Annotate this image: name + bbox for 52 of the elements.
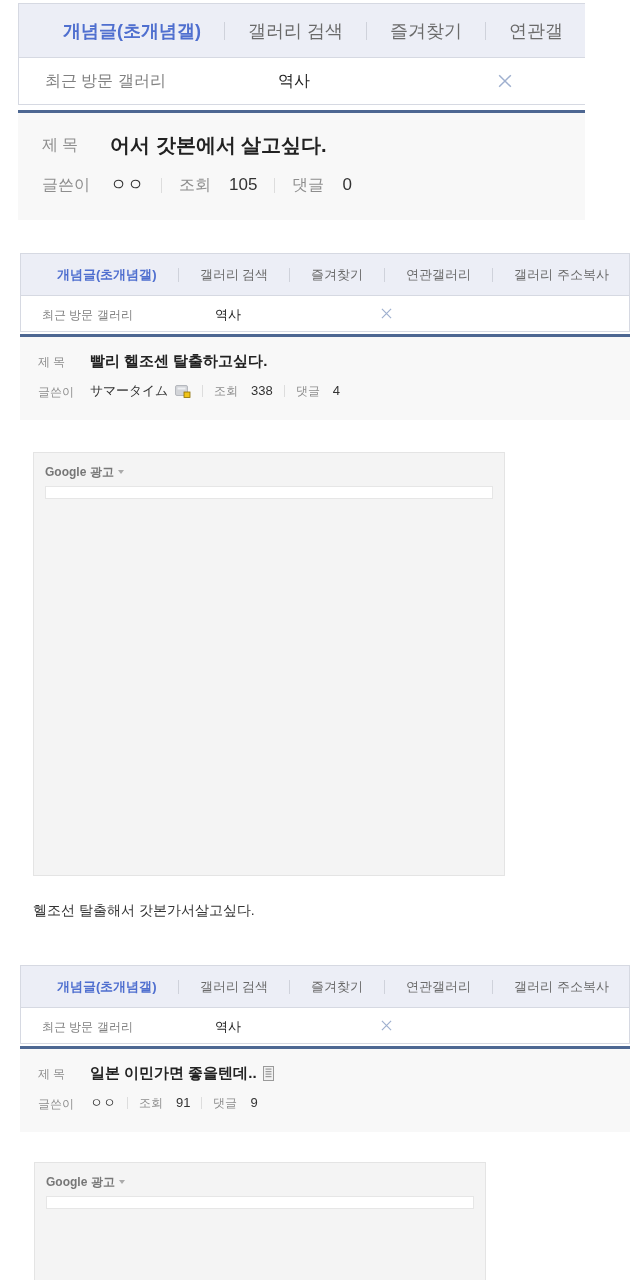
views-label: 조회 [179,175,211,195]
recent-gallery-label: 최근 방문 갤러리 [45,72,166,89]
author-label: 글쓴이 [38,1097,74,1111]
recent-gallery-label: 최근 방문 갤러리 [42,1019,133,1034]
author-name: ㅇㅇ [110,174,144,197]
nav-tab[interactable]: 개념글(초개념갤) [63,18,201,43]
gallery-link[interactable]: 역사 [215,1018,241,1034]
title-label: 제 목 [38,1067,66,1081]
views-label: 조회 [139,1095,163,1112]
nav-tab[interactable]: 연관갤러리 [406,977,472,996]
comments-count: 4 [332,382,340,401]
nav-tab[interactable]: 갤러리 주소복사 [514,265,609,284]
comments-label: 댓글 [295,383,320,400]
nav-tab[interactable]: 즐겨찾기 [390,18,462,43]
title-label: 제 목 [42,136,79,153]
close-icon[interactable] [498,74,512,88]
author-label: 글쓴이 [38,385,74,399]
author-label: 글쓴이 [42,176,90,193]
close-icon[interactable] [381,308,392,319]
recent-gallery-label: 최근 방문 갤러리 [42,307,133,322]
gallery-link[interactable]: 역사 [215,306,241,322]
views-label: 조회 [214,383,238,400]
nav-tab[interactable]: 갤러리 검색 [199,265,269,284]
comments-label: 댓글 [292,175,325,195]
nav-tab[interactable]: 즐겨찾기 [311,265,364,284]
comments-count: 9 [250,1094,258,1113]
nav-tab[interactable]: 갤러리 검색 [199,977,269,996]
nav-tab[interactable]: 즐겨찾기 [311,977,364,996]
post-title: 일본 이민가면 좋을텐데.. [90,1062,257,1083]
nav-tab[interactable]: 갤러리 검색 [248,18,343,43]
ad-label: Google 광고 [46,1174,115,1191]
gallery-link[interactable]: 역사 [278,72,310,89]
nav-tab[interactable]: 연관갤러리 [406,265,472,284]
post-title: 빨리 헬조센 탈출하고싶다. [90,350,268,371]
views-count: 105 [229,174,258,197]
ad-label: Google 광고 [45,464,114,481]
caret-icon[interactable] [117,470,124,474]
nav-tab[interactable]: 갤러리 주소복사 [514,977,609,996]
views-count: 338 [251,382,273,401]
caret-icon[interactable] [118,1180,125,1184]
nav-tab[interactable]: 개념글(초개념갤) [57,265,157,284]
author-name: サマータイム [90,382,168,401]
author-name: ㅇㅇ [90,1094,116,1113]
post-body-text: 헬조선 탈출해서 갓본가서살고싶다. [33,901,255,920]
views-count: 91 [176,1094,191,1113]
comments-label: 댓글 [213,1095,238,1112]
close-icon[interactable] [381,1020,392,1031]
nav-tab[interactable]: 개념글(초개념갤) [57,977,157,996]
comments-count: 0 [342,174,352,197]
nav-tab[interactable]: 연관갤 [509,18,563,43]
title-label: 제 목 [38,355,66,369]
post-title: 어서 갓본에서 살고싶다. [110,133,327,158]
